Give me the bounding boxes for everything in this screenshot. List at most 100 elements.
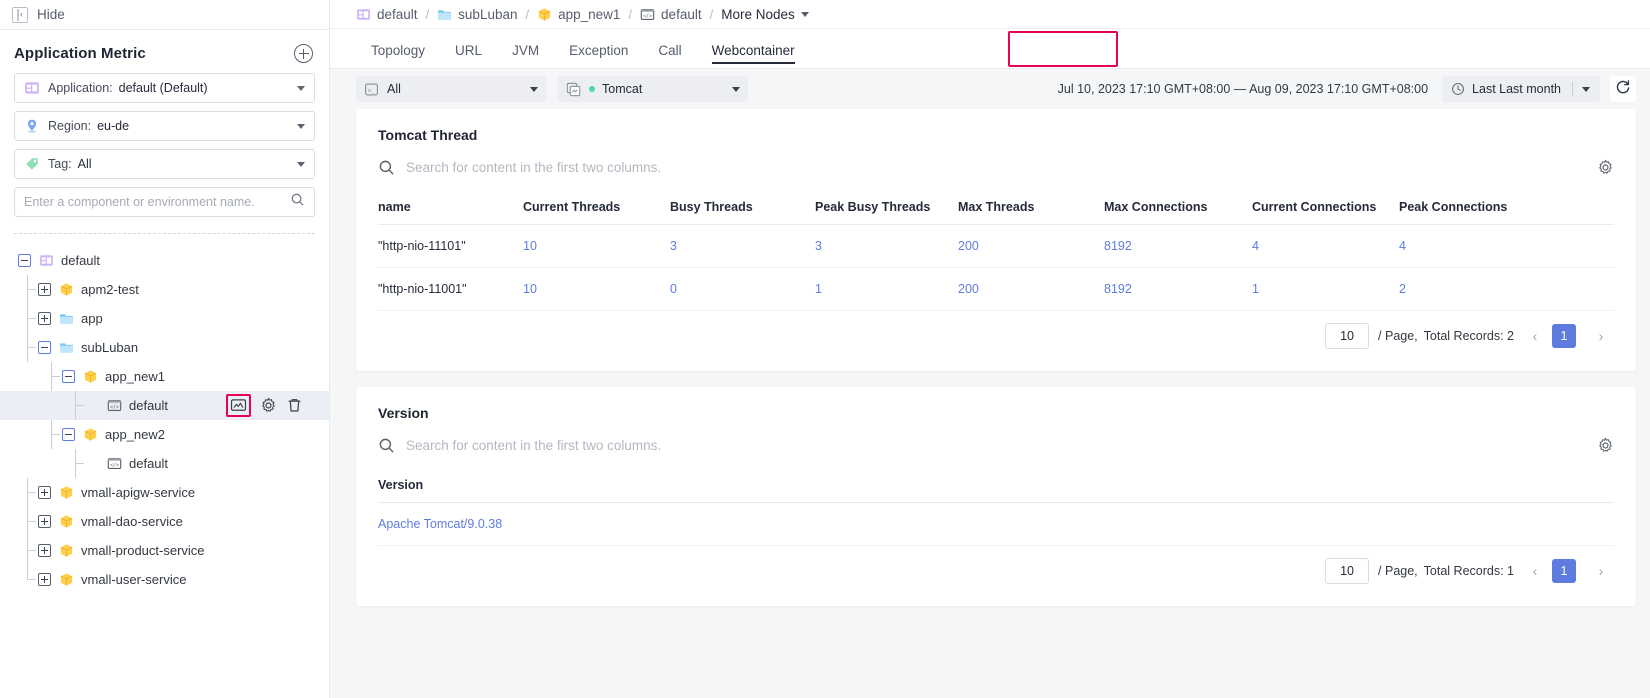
gear-icon[interactable] bbox=[1597, 159, 1614, 176]
hide-panel-button[interactable]: ‹ Hide bbox=[0, 0, 329, 30]
tab-webcontainer[interactable]: Webcontainer bbox=[697, 43, 810, 68]
search-input[interactable] bbox=[24, 195, 290, 209]
table-cell[interactable]: 8192 bbox=[1104, 224, 1252, 268]
tab-jvm[interactable]: JVM bbox=[497, 43, 554, 68]
breadcrumb-item-subluban[interactable]: subLuban bbox=[437, 7, 517, 22]
table-cell[interactable]: 3 bbox=[815, 224, 958, 268]
refresh-button[interactable] bbox=[1610, 76, 1636, 102]
container-filter-select[interactable]: Tomcat bbox=[558, 76, 748, 102]
column-header: Version bbox=[378, 468, 1614, 503]
tree-node-default[interactable]: </> default bbox=[0, 449, 329, 478]
version-search-input[interactable] bbox=[406, 438, 1614, 453]
trash-icon[interactable] bbox=[286, 397, 303, 414]
breadcrumb-item-more-nodes[interactable]: More Nodes bbox=[721, 7, 809, 22]
breadcrumb-item-default[interactable]: </> default bbox=[640, 7, 702, 22]
page-size-select[interactable]: 10 bbox=[1325, 558, 1370, 584]
application-select[interactable]: Application: default (Default) bbox=[14, 73, 315, 103]
folder-icon bbox=[437, 7, 452, 22]
next-page-button[interactable]: › bbox=[1588, 323, 1614, 349]
time-controls: Jul 10, 2023 17:10 GMT+08:00 — Aug 09, 2… bbox=[1058, 76, 1636, 102]
component-search-box[interactable] bbox=[14, 187, 315, 217]
tree-node-default[interactable]: </> default bbox=[0, 391, 329, 420]
time-preset-select[interactable]: Last Last month bbox=[1442, 76, 1600, 102]
breadcrumb-separator: / bbox=[709, 6, 714, 22]
search-icon[interactable] bbox=[378, 159, 395, 176]
tab-exception[interactable]: Exception bbox=[554, 43, 643, 68]
tree-node-apm2-test[interactable]: apm2-test bbox=[0, 275, 329, 304]
tree-node-vmall-product-service[interactable]: vmall-product-service bbox=[0, 536, 329, 565]
add-icon[interactable] bbox=[294, 44, 313, 63]
page-size-select[interactable]: 10 bbox=[1325, 323, 1370, 349]
page-1-button[interactable]: 1 bbox=[1552, 559, 1576, 583]
collapse-node-icon[interactable] bbox=[38, 341, 51, 354]
page-1-button[interactable]: 1 bbox=[1552, 324, 1576, 348]
collapse-node-icon[interactable] bbox=[62, 370, 75, 383]
tree-node-app[interactable]: app bbox=[0, 304, 329, 333]
tree-node-vmall-user-service[interactable]: vmall-user-service bbox=[0, 565, 329, 594]
search-icon[interactable] bbox=[378, 437, 395, 454]
cell-link[interactable]: Apache Tomcat/9.0.38 bbox=[378, 517, 502, 531]
collapse-node-icon[interactable] bbox=[18, 254, 31, 267]
table-cell[interactable]: 10 bbox=[523, 267, 670, 311]
tree-node-vmall-apigw-service[interactable]: vmall-apigw-service bbox=[0, 478, 329, 507]
component-icon bbox=[59, 282, 74, 297]
breadcrumb-label: subLuban bbox=[458, 6, 518, 22]
table-cell[interactable]: 3 bbox=[670, 224, 815, 268]
region-select[interactable]: Region: eu-de bbox=[14, 111, 315, 141]
table-cell: Apache Tomcat/9.0.38 bbox=[378, 502, 1614, 546]
tree-node-app-new2[interactable]: app_new2 bbox=[0, 420, 329, 449]
sidebar-header: Application Metric bbox=[0, 30, 329, 73]
svg-text:</>: </> bbox=[643, 13, 652, 19]
table-cell[interactable]: 2 bbox=[1399, 267, 1614, 311]
tree-guide bbox=[27, 550, 36, 551]
prev-page-button[interactable]: ‹ bbox=[1522, 323, 1548, 349]
table-cell[interactable]: 8192 bbox=[1104, 267, 1252, 311]
tab-topology[interactable]: Topology bbox=[356, 43, 440, 68]
breadcrumb-item-default[interactable]: default bbox=[356, 7, 418, 22]
tab-call[interactable]: Call bbox=[643, 43, 696, 68]
region-value: eu-de bbox=[97, 119, 130, 133]
expand-node-icon[interactable] bbox=[38, 283, 51, 296]
monitor-icon[interactable] bbox=[226, 394, 251, 417]
gear-icon[interactable] bbox=[260, 397, 277, 414]
tree-node-default[interactable]: default bbox=[0, 246, 329, 275]
table-cell: "http-nio-11101" bbox=[378, 224, 523, 268]
gear-icon[interactable] bbox=[1597, 437, 1614, 454]
prev-page-button[interactable]: ‹ bbox=[1522, 558, 1548, 584]
table-cell[interactable]: 10 bbox=[523, 224, 670, 268]
tab-url[interactable]: URL bbox=[440, 43, 497, 68]
expand-node-icon[interactable] bbox=[38, 486, 51, 499]
search-icon[interactable] bbox=[290, 192, 305, 212]
expand-node-icon[interactable] bbox=[38, 515, 51, 528]
tag-select[interactable]: Tag: All bbox=[14, 149, 315, 179]
webcontainer-tab-highlight bbox=[1008, 31, 1118, 67]
expand-node-icon[interactable] bbox=[38, 573, 51, 586]
instance-filter-select[interactable]: >_ All bbox=[356, 76, 546, 102]
tree-node-app-new1[interactable]: app_new1 bbox=[0, 362, 329, 391]
tree-node-label: default bbox=[129, 398, 169, 413]
table-cell[interactable]: 1 bbox=[815, 267, 958, 311]
breadcrumb-label: default bbox=[661, 6, 702, 22]
table-cell[interactable]: 200 bbox=[958, 224, 1104, 268]
table-cell[interactable]: 4 bbox=[1252, 224, 1399, 268]
component-icon bbox=[83, 369, 98, 384]
tag-icon bbox=[24, 156, 40, 172]
expand-node-icon[interactable] bbox=[38, 544, 51, 557]
table-cell[interactable]: 0 bbox=[670, 267, 815, 311]
table-cell[interactable]: 4 bbox=[1399, 224, 1614, 268]
main-area: default / subLuban / app_new1 / </> default / Mor… bbox=[330, 0, 1650, 698]
next-page-button[interactable]: › bbox=[1588, 558, 1614, 584]
per-page-label: / Page, bbox=[1378, 329, 1418, 343]
table-cell[interactable]: 1 bbox=[1252, 267, 1399, 311]
component-icon bbox=[59, 485, 74, 500]
collapse-node-icon[interactable] bbox=[62, 428, 75, 441]
total-records-label: Total Records: 1 bbox=[1423, 564, 1514, 578]
thread-search-input[interactable] bbox=[406, 160, 1614, 175]
expand-node-icon[interactable] bbox=[38, 312, 51, 325]
table-row: "http-nio-11001" 10 0 1 200 8192 1 2 bbox=[378, 267, 1614, 311]
breadcrumb-item-app-new1[interactable]: app_new1 bbox=[537, 7, 620, 22]
tree-node-vmall-dao-service[interactable]: vmall-dao-service bbox=[0, 507, 329, 536]
table-cell[interactable]: 200 bbox=[958, 267, 1104, 311]
tree-node-subluban[interactable]: subLuban bbox=[0, 333, 329, 362]
breadcrumb: default / subLuban / app_new1 / </> default / Mor… bbox=[330, 0, 1650, 29]
